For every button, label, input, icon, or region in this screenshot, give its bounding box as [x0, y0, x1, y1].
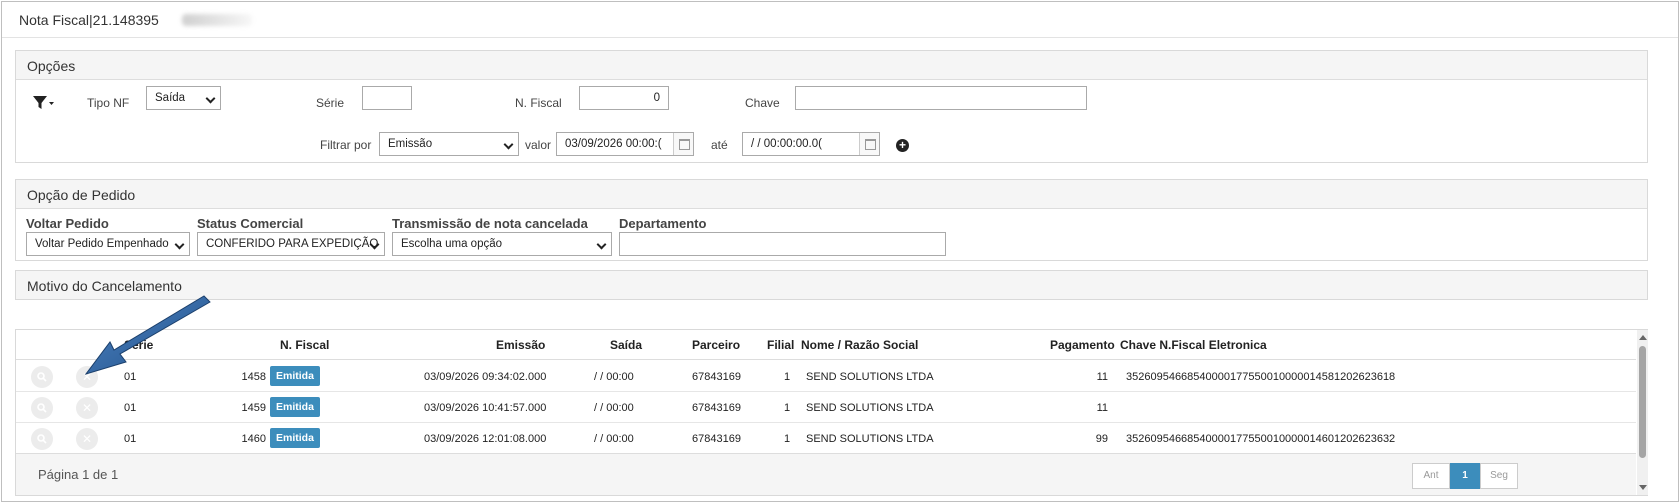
tipo-nf-label: Tipo NF: [87, 96, 130, 110]
opcoes-panel: Opções Tipo NF Saída Série N. Fiscal 0 C…: [15, 50, 1648, 163]
redacted-blur: [182, 14, 252, 26]
cell-chave: 3526095466854000017755001000001460120262…: [1126, 433, 1396, 445]
serie-label: Série: [316, 96, 345, 110]
prev-page-button[interactable]: Ant: [1412, 463, 1450, 489]
col-emissao[interactable]: Emissão: [496, 338, 545, 352]
ate-date-value: / / 00:00:00.0(: [751, 138, 822, 150]
calendar-icon[interactable]: [673, 133, 693, 155]
cell-filial: 1: [784, 433, 791, 445]
cell-filial: 1: [784, 402, 791, 414]
cell-nome: SEND SOLUTIONS LTDA: [806, 402, 934, 414]
table-row[interactable]: ✕ 01 1459 Emitida 03/09/2026 10:41:57.00…: [16, 392, 1636, 423]
serie-input[interactable]: [362, 86, 412, 110]
search-icon[interactable]: [31, 428, 53, 450]
page-info: Página 1 de 1: [38, 467, 119, 482]
cell-nome: SEND SOLUTIONS LTDA: [806, 433, 934, 445]
col-parceiro[interactable]: Parceiro: [692, 338, 740, 352]
cell-saida: / / 00:00: [594, 402, 634, 414]
motivo-panel[interactable]: Motivo do Cancelamento: [15, 270, 1648, 300]
valor-label: valor: [525, 138, 552, 152]
status-comercial-label: Status Comercial: [197, 216, 304, 231]
plus-circle-icon[interactable]: +: [896, 139, 909, 152]
ate-date-input[interactable]: / / 00:00:00.0(: [742, 132, 880, 156]
cell-serie: 01: [124, 433, 137, 445]
table-footer: Página 1 de 1 Ant 1 Seg: [16, 453, 1636, 495]
scroll-down-icon[interactable]: [1639, 485, 1647, 490]
cell-parceiro: 67843169: [692, 371, 741, 383]
tipo-nf-select[interactable]: Saída: [146, 86, 221, 110]
cell-nfiscal: 1459: [241, 402, 266, 414]
cell-saida: / / 00:00: [594, 371, 634, 383]
cell-chave: 3526095466854000017755001000001458120262…: [1126, 371, 1396, 383]
next-page-button[interactable]: Seg: [1480, 463, 1518, 489]
valor-date-value: 03/09/2026 00:00:(: [565, 138, 662, 150]
close-icon[interactable]: ✕: [76, 366, 98, 388]
cell-parceiro: 67843169: [692, 433, 741, 445]
cell-pagamento: 11: [1096, 371, 1108, 383]
cell-parceiro: 67843169: [692, 402, 741, 414]
col-filial[interactable]: Filial: [767, 338, 794, 352]
search-icon[interactable]: [31, 366, 53, 388]
pedido-panel: Opção de Pedido Voltar Pedido Voltar Ped…: [15, 179, 1648, 261]
nfiscal-input[interactable]: 0: [579, 86, 669, 110]
table-scrollbar[interactable]: [1637, 330, 1648, 495]
departamento-input[interactable]: [619, 232, 946, 256]
col-pagamento[interactable]: Pagamento: [1050, 338, 1115, 352]
search-icon[interactable]: [31, 397, 53, 419]
motivo-header: Motivo do Cancelamento: [16, 271, 1647, 299]
cell-serie: 01: [124, 402, 137, 414]
cell-emissao: 03/09/2026 12:01:08.000: [424, 433, 547, 445]
voltar-pedido-select[interactable]: Voltar Pedido Empenhado: [26, 232, 190, 256]
cell-filial: 1: [784, 371, 791, 383]
cell-nome: SEND SOLUTIONS LTDA: [806, 371, 934, 383]
notas-table: Série N. Fiscal Emissão Saída Parceiro F…: [15, 329, 1648, 496]
status-badge[interactable]: Emitida: [270, 366, 320, 386]
opcoes-header: Opções: [16, 51, 1647, 80]
title-bar: Nota Fiscal|21.148395: [2, 2, 1678, 38]
cell-nfiscal: 1458: [241, 371, 266, 383]
calendar-icon[interactable]: [859, 133, 879, 155]
cell-nfiscal: 1460: [241, 433, 266, 445]
col-nome[interactable]: Nome / Razão Social: [801, 338, 918, 352]
filtrar-label: Filtrar por: [320, 138, 372, 152]
nfiscal-label: N. Fiscal: [515, 96, 562, 110]
col-chave[interactable]: Chave N.Fiscal Eletronica: [1120, 338, 1267, 352]
nota-fiscal-window: Nota Fiscal|21.148395 Opções Tipo NF Saí…: [1, 1, 1679, 502]
status-badge[interactable]: Emitida: [270, 428, 320, 448]
cell-emissao: 03/09/2026 10:41:57.000: [424, 402, 547, 414]
cell-pagamento: 11: [1096, 402, 1108, 414]
table-header: Série N. Fiscal Emissão Saída Parceiro F…: [16, 330, 1636, 360]
scroll-up-icon[interactable]: [1639, 335, 1647, 340]
filtrar-select[interactable]: Emissão: [379, 132, 519, 156]
window-title: Nota Fiscal|21.148395: [19, 12, 159, 28]
voltar-pedido-label: Voltar Pedido: [26, 216, 109, 231]
table-row[interactable]: ✕ 01 1458 Emitida 03/09/2026 09:34:02.00…: [16, 361, 1636, 392]
col-serie[interactable]: Série: [124, 338, 153, 352]
cell-emissao: 03/09/2026 09:34:02.000: [424, 371, 547, 383]
chave-input[interactable]: [795, 86, 1087, 110]
departamento-label: Departamento: [619, 216, 707, 231]
cell-serie: 01: [124, 371, 137, 383]
table-row[interactable]: ✕ 01 1460 Emitida 03/09/2026 12:01:08.00…: [16, 423, 1636, 454]
ate-label: até: [711, 138, 728, 152]
pedido-header: Opção de Pedido: [16, 180, 1647, 209]
status-badge[interactable]: Emitida: [270, 397, 320, 417]
transmissao-select[interactable]: Escolha uma opção: [392, 232, 612, 256]
close-icon[interactable]: ✕: [76, 397, 98, 419]
cell-saida: / / 00:00: [594, 433, 634, 445]
cell-pagamento: 99: [1095, 433, 1108, 445]
page-1-button[interactable]: 1: [1450, 463, 1480, 489]
transmissao-label: Transmissão de nota cancelada: [392, 216, 588, 231]
chave-label: Chave: [745, 96, 780, 110]
col-saida[interactable]: Saída: [610, 338, 642, 352]
col-nfiscal[interactable]: N. Fiscal: [280, 338, 329, 352]
valor-date-input[interactable]: 03/09/2026 00:00:(: [556, 132, 694, 156]
filter-icon[interactable]: [32, 95, 56, 114]
close-icon[interactable]: ✕: [76, 428, 98, 450]
scroll-thumb[interactable]: [1639, 346, 1646, 458]
status-comercial-select[interactable]: CONFERIDO PARA EXPEDIÇÃO: [197, 232, 385, 256]
